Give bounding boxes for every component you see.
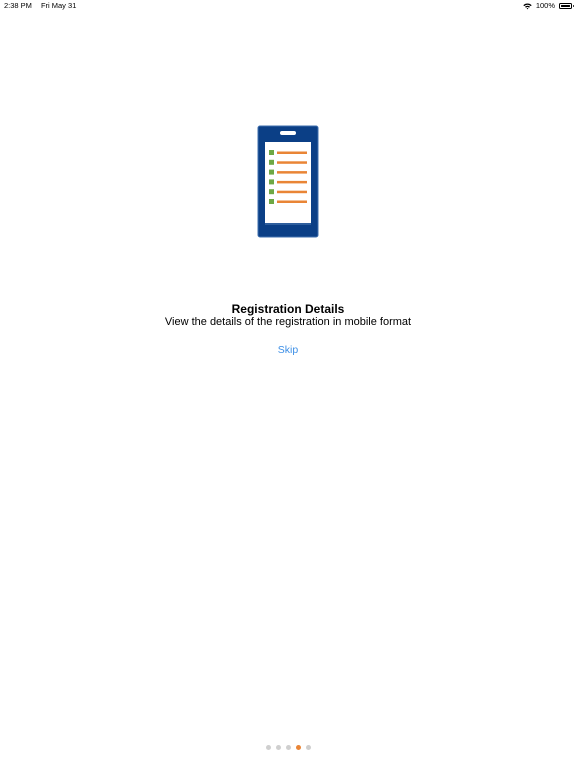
battery-cap — [572, 5, 574, 7]
onboarding-title: Registration Details — [231, 302, 345, 316]
checkbox-icon — [269, 159, 274, 165]
checkbox-icon — [269, 199, 274, 204]
page-dot[interactable] — [285, 745, 291, 750]
wifi-icon — [523, 2, 532, 10]
onboarding-subtitle: View the details of the registration in … — [164, 316, 412, 328]
phone-speaker — [280, 131, 296, 135]
status-time: 2:38 PM — [4, 1, 32, 10]
battery-fill — [561, 5, 570, 7]
status-left: 2:38 PM Fri May 31 — [4, 1, 76, 11]
checkbox-icon — [269, 169, 274, 175]
checkbox-icon — [269, 189, 274, 195]
phone-home-bar — [265, 223, 311, 225]
checklist-line — [277, 171, 307, 174]
page-dot[interactable] — [265, 745, 271, 750]
checklist-line — [277, 190, 307, 194]
page-dot-active[interactable] — [295, 745, 301, 750]
phone-illustration-svg — [257, 125, 319, 238]
battery-icon — [559, 3, 574, 9]
status-date: Fri May 31 — [40, 1, 77, 10]
checklist-line — [277, 180, 307, 184]
battery-percent: 100% — [535, 1, 555, 10]
page-indicator[interactable] — [0, 745, 576, 750]
page-dot[interactable] — [275, 745, 281, 750]
checkbox-icon — [269, 150, 274, 155]
checklist-line — [277, 151, 307, 154]
mobile-registration-checklist-icon — [257, 125, 319, 238]
skip-button[interactable]: Skip — [258, 342, 318, 358]
checkbox-icon — [269, 179, 274, 185]
status-bar: 2:38 PM Fri May 31 100% — [0, 0, 576, 12]
checklist-line — [277, 200, 307, 203]
page-dot[interactable] — [305, 745, 311, 750]
checklist-line — [277, 161, 307, 164]
status-right: 100% — [523, 1, 574, 11]
